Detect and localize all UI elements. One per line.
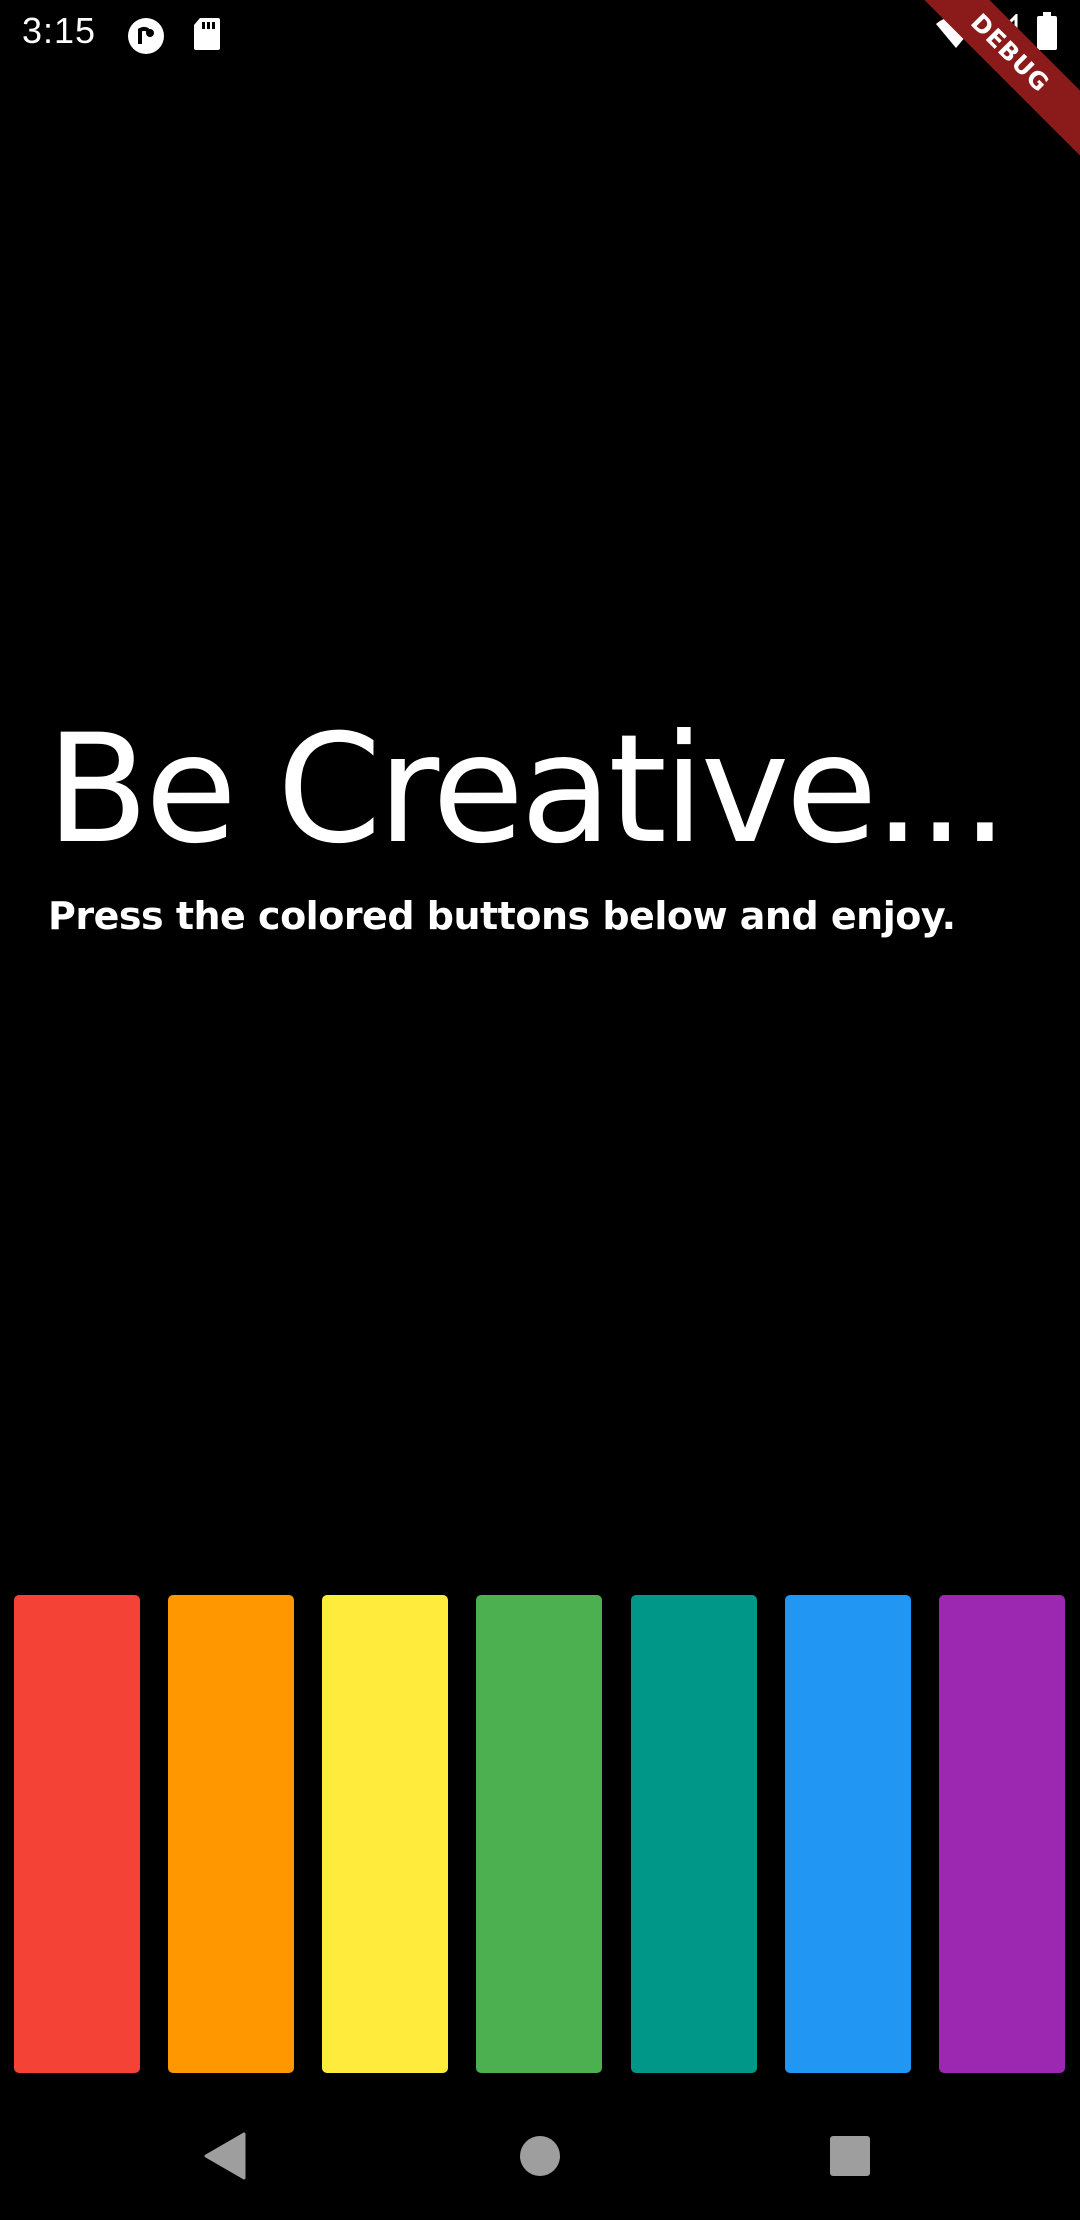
page-title: Be Creative... — [46, 703, 1009, 877]
home-button[interactable] — [512, 2128, 568, 2184]
status-time: 3:15 — [22, 10, 97, 51]
back-icon — [204, 2132, 246, 2180]
recents-icon — [830, 2136, 870, 2176]
color-button-teal[interactable] — [631, 1595, 757, 2073]
status-bar: 3:15 — [0, 0, 1080, 66]
color-button-red[interactable] — [14, 1595, 140, 2073]
color-button-blue[interactable] — [785, 1595, 911, 2073]
back-button[interactable] — [200, 2128, 256, 2184]
sd-card-icon — [192, 16, 222, 56]
pocket-casts-icon — [126, 16, 166, 60]
home-icon — [520, 2136, 560, 2176]
color-button-purple[interactable] — [939, 1595, 1065, 2073]
color-button-green[interactable] — [476, 1595, 602, 2073]
navigation-bar — [0, 2088, 1080, 2220]
color-button-orange[interactable] — [168, 1595, 294, 2073]
color-button-yellow[interactable] — [322, 1595, 448, 2073]
page-subtitle: Press the colored buttons below and enjo… — [48, 894, 956, 938]
recents-button[interactable] — [822, 2128, 878, 2184]
color-buttons-row — [14, 1595, 1066, 2073]
